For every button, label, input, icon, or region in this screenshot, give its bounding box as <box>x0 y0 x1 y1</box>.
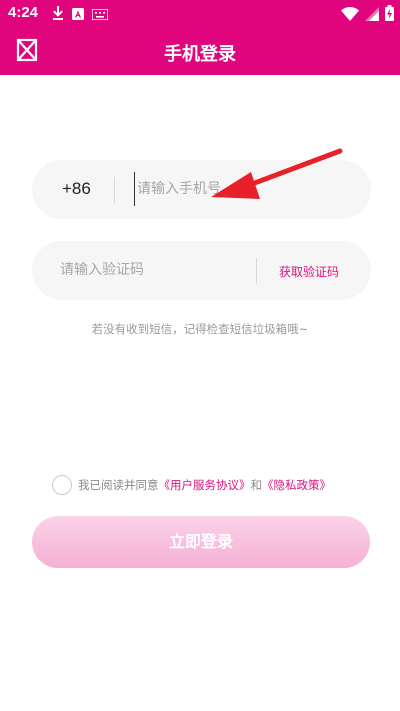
verification-code-input[interactable] <box>60 253 250 287</box>
keyboard-icon <box>91 5 109 24</box>
user-agreement-link[interactable]: 《用户服务协议》 <box>159 477 251 493</box>
download-icon <box>52 5 64 24</box>
country-code[interactable]: +86 <box>62 179 91 199</box>
country-code-divider <box>114 177 115 203</box>
status-time: 4:24 <box>8 4 39 21</box>
code-field-container: 获取验证码 <box>32 241 371 300</box>
signal-icon <box>365 6 379 25</box>
phone-field-container: +86 <box>32 160 371 219</box>
get-code-button[interactable]: 获取验证码 <box>279 263 339 280</box>
battery-charging-icon <box>385 5 394 25</box>
status-icons-right <box>341 5 394 25</box>
phone-input[interactable] <box>134 172 344 206</box>
status-icons-left <box>52 5 109 24</box>
page-title: 手机登录 <box>164 44 236 65</box>
agreement-prefix: 我已阅读并同意 <box>78 478 159 492</box>
annotation-arrow <box>211 148 343 199</box>
wifi-icon <box>341 6 359 25</box>
notification-a-icon <box>72 5 84 24</box>
agreement-checkbox[interactable] <box>52 475 72 495</box>
title-bar: 手机登录 <box>0 28 400 75</box>
agreement-and: 和 <box>250 478 263 492</box>
status-bar: 4:24 <box>0 0 400 28</box>
get-code-divider <box>256 258 257 284</box>
sms-hint: 若没有收到短信，记得检查短信垃圾箱哦~ <box>91 322 309 336</box>
login-button[interactable]: 立即登录 <box>32 516 370 568</box>
agreement-row: 我已阅读并同意 《用户服务协议》 和 《隐私政策》 <box>52 474 331 496</box>
privacy-policy-link[interactable]: 《隐私政策》 <box>262 477 331 493</box>
